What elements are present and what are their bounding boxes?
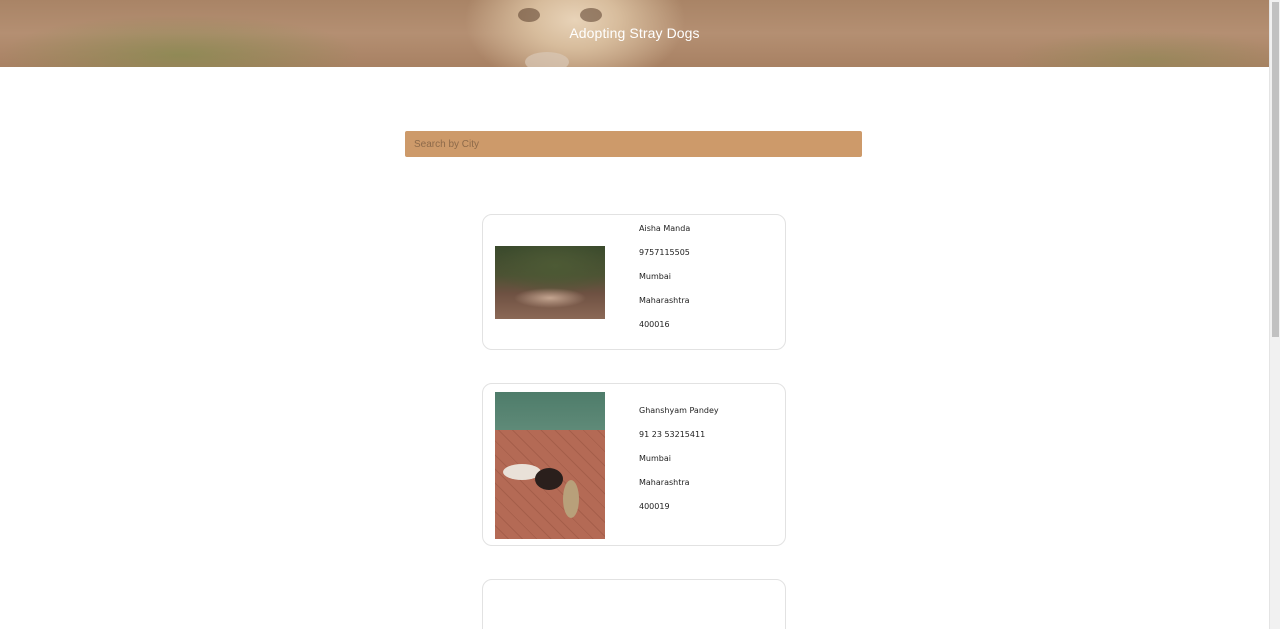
listing-pincode: 400019 — [639, 502, 670, 511]
dog-listing-card[interactable]: Ghanshyam Pandey 91 23 53215411 Mumbai M… — [482, 383, 786, 546]
listing-pincode: 400016 — [639, 320, 670, 329]
header-banner: Adopting Stray Dogs — [0, 0, 1269, 67]
dog-photo — [495, 392, 605, 539]
dog-photo — [495, 246, 605, 319]
listing-city: Mumbai — [639, 272, 671, 281]
puppy-shape — [563, 480, 579, 518]
page-title: Adopting Stray Dogs — [569, 25, 700, 41]
banner-dog-eye — [518, 8, 540, 22]
listing-info: Aisha Manda 9757115505 Mumbai Maharashtr… — [639, 223, 690, 343]
listing-state: Maharashtra — [639, 478, 690, 487]
banner-dog-eye — [580, 8, 602, 22]
banner-dog-nose — [525, 52, 569, 67]
puppy-shape — [535, 468, 563, 490]
owner-name: Aisha Manda — [639, 224, 691, 233]
owner-name: Ghanshyam Pandey — [639, 406, 719, 415]
listing-info: Ghanshyam Pandey 91 23 53215411 Mumbai M… — [639, 405, 719, 525]
scrollbar-thumb[interactable] — [1272, 2, 1279, 337]
dog-listing-card[interactable] — [482, 579, 786, 629]
dog-listing-card[interactable]: Aisha Manda 9757115505 Mumbai Maharashtr… — [482, 214, 786, 350]
search-city-input[interactable] — [405, 131, 862, 157]
owner-phone: 9757115505 — [639, 248, 690, 257]
owner-phone: 91 23 53215411 — [639, 430, 706, 439]
listing-city: Mumbai — [639, 454, 671, 463]
page-scrollbar[interactable] — [1269, 0, 1280, 629]
listing-state: Maharashtra — [639, 296, 690, 305]
